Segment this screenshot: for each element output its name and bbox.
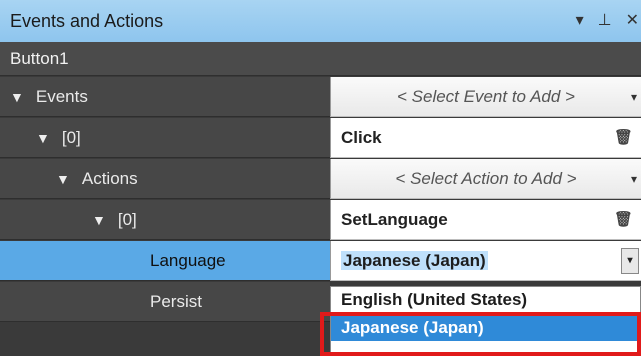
persist-label: Persist <box>150 292 202 311</box>
select-action-text: < Select Action to Add > <box>395 169 577 188</box>
expand-triangle-icon[interactable]: ▼ <box>36 118 50 158</box>
language-dropdown-list[interactable]: English (United States) Japanese (Japan) <box>330 286 641 356</box>
language-label: Language <box>150 251 226 270</box>
event-0-label-cell[interactable]: ▼ [0] <box>0 118 330 158</box>
event-click-text: Click <box>341 128 382 147</box>
combo-dropdown-button[interactable]: ▾ <box>621 248 639 274</box>
action-0-row[interactable]: ▼ [0] SetLanguage 🗑 <box>0 200 641 241</box>
chevron-down-icon[interactable]: ▾ <box>576 0 584 42</box>
dropdown-arrow-icon[interactable]: ▾ <box>631 159 637 199</box>
dropdown-arrow-icon[interactable]: ▾ <box>631 77 637 117</box>
language-combo-value[interactable]: Japanese (Japan) <box>341 251 488 270</box>
select-action-dropdown[interactable]: < Select Action to Add > ▾ <box>330 159 641 199</box>
action-0-label-cell[interactable]: ▼ [0] <box>0 200 330 240</box>
persist-label-cell[interactable]: Persist <box>0 282 330 322</box>
actions-row[interactable]: ▼ Actions < Select Action to Add > ▾ <box>0 159 641 200</box>
expand-triangle-icon[interactable]: ▼ <box>92 200 106 240</box>
trash-icon[interactable]: 🗑 <box>614 118 633 158</box>
expand-triangle-icon[interactable]: ▼ <box>10 77 24 117</box>
actions-label-cell[interactable]: ▼ Actions <box>0 159 330 199</box>
event-0-row[interactable]: ▼ [0] Click 🗑 <box>0 118 641 159</box>
trash-icon[interactable]: 🗑 <box>614 200 633 240</box>
close-icon[interactable]: ✕ <box>626 0 639 42</box>
option-japanese-japan[interactable]: Japanese (Japan) <box>331 315 640 341</box>
object-name-bar: Button1 <box>0 42 641 76</box>
select-event-dropdown[interactable]: < Select Event to Add > ▾ <box>330 77 641 117</box>
event-0-label: [0] <box>61 128 81 147</box>
option-english-us[interactable]: English (United States) <box>331 287 640 313</box>
events-label-cell[interactable]: ▼ Events <box>0 77 330 117</box>
select-event-text: < Select Event to Add > <box>397 87 575 106</box>
language-label-cell[interactable]: Language <box>0 241 330 281</box>
language-row[interactable]: Language Japanese (Japan) ▾ <box>0 241 641 282</box>
actions-label: Actions <box>81 169 138 188</box>
language-combo[interactable]: Japanese (Japan) ▾ <box>330 241 641 281</box>
pin-icon[interactable]: ⊥ <box>598 0 612 42</box>
set-language-text: SetLanguage <box>341 210 448 229</box>
panel-title: Events and Actions <box>10 11 164 31</box>
panel-titlebar: Events and Actions ▾ ⊥ ✕ <box>0 0 641 42</box>
action-0-value: SetLanguage 🗑 <box>330 200 641 240</box>
events-row[interactable]: ▼ Events < Select Event to Add > ▾ <box>0 77 641 118</box>
event-0-value: Click 🗑 <box>330 118 641 158</box>
action-0-label: [0] <box>117 210 137 229</box>
events-actions-panel: Events and Actions ▾ ⊥ ✕ Button1 ▼ Events… <box>0 0 641 356</box>
expand-triangle-icon[interactable]: ▼ <box>56 159 70 199</box>
events-label: Events <box>35 87 88 106</box>
titlebar-controls: ▾ ⊥ ✕ <box>576 0 641 42</box>
